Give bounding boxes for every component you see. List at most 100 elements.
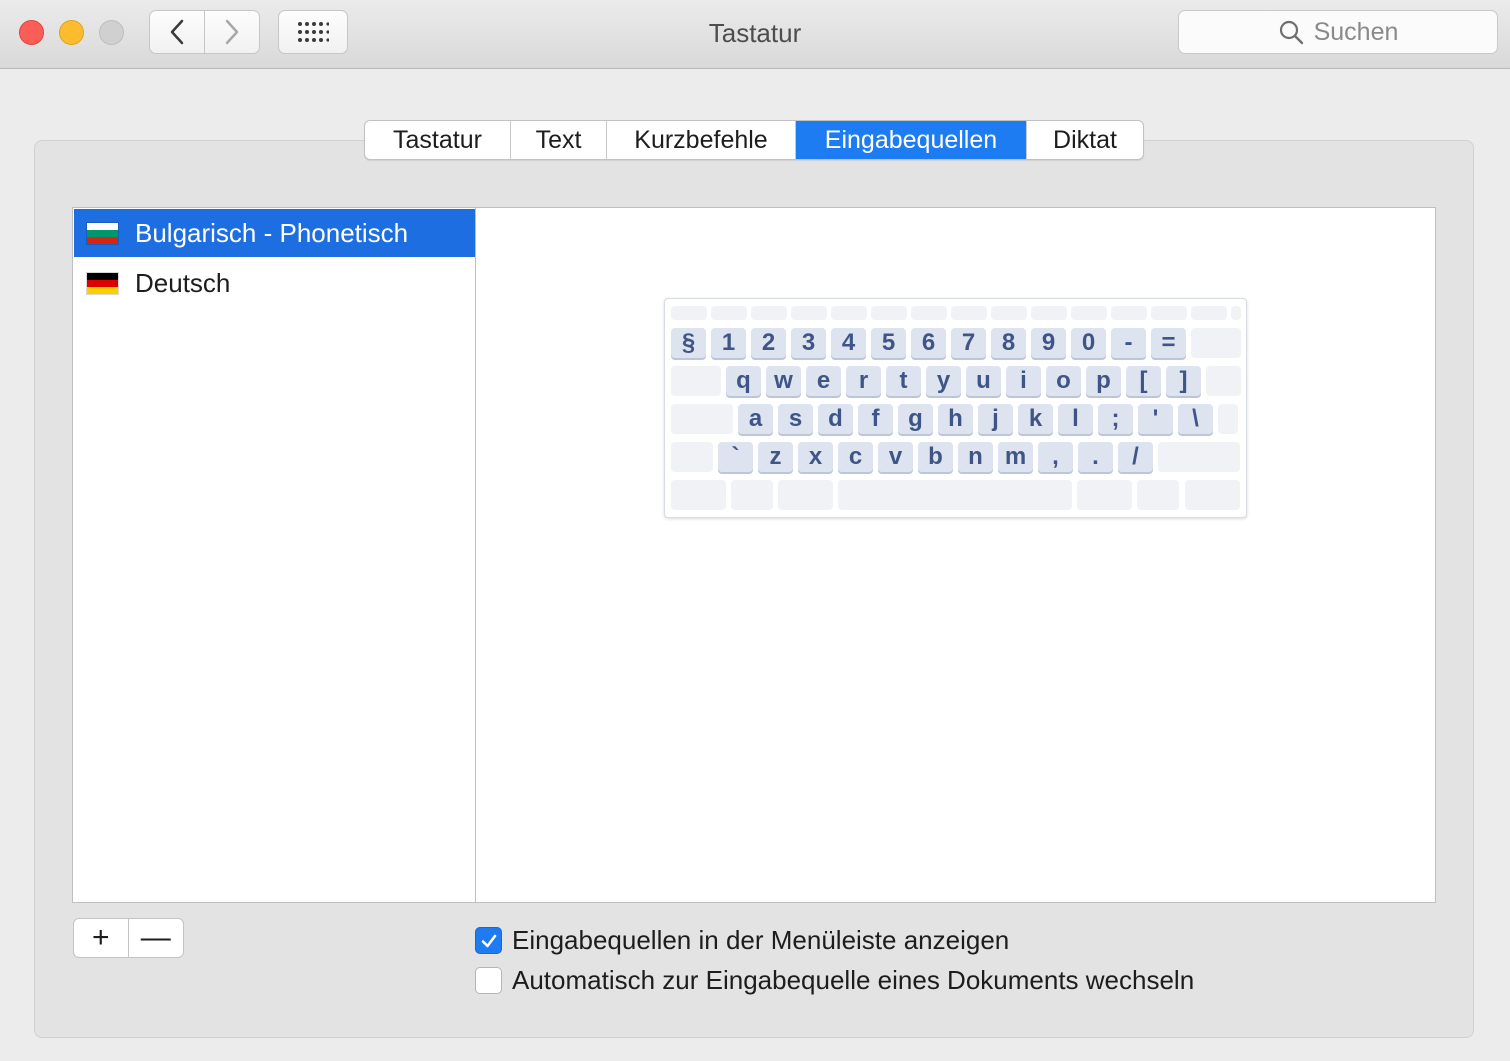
keyboard-key-blank xyxy=(1137,480,1179,510)
checkmark-icon xyxy=(481,934,496,947)
bulgaria-flag-icon xyxy=(86,221,119,245)
keyboard-key: s xyxy=(778,404,813,434)
keyboard-key: , xyxy=(1038,442,1073,472)
remove-input-source-button[interactable]: — xyxy=(129,919,184,957)
keyboard-key: n xyxy=(958,442,993,472)
keyboard-key-blank xyxy=(1151,306,1187,320)
keyboard-key: 2 xyxy=(751,328,786,358)
keyboard-key-blank xyxy=(671,480,726,510)
keyboard-key: a xyxy=(738,404,773,434)
keyboard-key: 8 xyxy=(991,328,1026,358)
keyboard-key: b xyxy=(918,442,953,472)
keyboard-key: i xyxy=(1006,366,1041,396)
show-in-menubar-checkbox[interactable] xyxy=(475,927,502,954)
keyboard-key-blank xyxy=(991,306,1027,320)
tab-text[interactable]: Text xyxy=(511,121,607,159)
add-input-source-button[interactable]: + xyxy=(74,919,129,957)
keyboard-key-blank xyxy=(1031,306,1067,320)
tab-kurzbefehle[interactable]: Kurzbefehle xyxy=(607,121,796,159)
keyboard-key: - xyxy=(1111,328,1146,358)
keyboard-key: 7 xyxy=(951,328,986,358)
keyboard-key: [ xyxy=(1126,366,1161,396)
keyboard-key: § xyxy=(671,328,706,358)
auto-switch-checkbox[interactable] xyxy=(475,967,502,994)
keyboard-key: ' xyxy=(1138,404,1173,434)
show-in-menubar-label: Eingabequellen in der Menüleiste anzeige… xyxy=(512,925,1010,955)
list-item-label: Bulgarisch - Phonetisch xyxy=(135,217,409,248)
keyboard-key: \ xyxy=(1178,404,1213,434)
auto-switch-label: Automatisch zur Eingabequelle eines Doku… xyxy=(512,965,1195,995)
keyboard-key: d xyxy=(818,404,853,434)
keyboard-layout-preview: § 1 2 3 4 5 6 7 8 9 0- = q w e r t y u i o p[] a s d f g h j k l; ' \ ` z x… xyxy=(664,298,1247,518)
keyboard-key: j xyxy=(978,404,1013,434)
keyboard-key: h xyxy=(938,404,973,434)
keyboard-key-blank xyxy=(1158,442,1240,472)
option-auto-switch[interactable]: Automatisch zur Eingabequelle eines Doku… xyxy=(475,965,1194,996)
add-remove-control: + — xyxy=(73,918,184,958)
keyboard-key: r xyxy=(846,366,881,396)
keyboard-key: ; xyxy=(1098,404,1133,434)
keyboard-key: m xyxy=(998,442,1033,472)
germany-flag-icon xyxy=(86,271,119,295)
keyboard-key: = xyxy=(1151,328,1186,358)
keyboard-key: 4 xyxy=(831,328,866,358)
keyboard-key: u xyxy=(966,366,1001,396)
keyboard-key: ] xyxy=(1166,366,1201,396)
keyboard-key: t xyxy=(886,366,921,396)
tab-tastatur[interactable]: Tastatur xyxy=(365,121,511,159)
keyboard-key: l xyxy=(1058,404,1093,434)
keyboard-key: 3 xyxy=(791,328,826,358)
tab-eingabequellen[interactable]: Eingabequellen xyxy=(796,121,1027,159)
keyboard-key: 0 xyxy=(1071,328,1106,358)
list-item-label: Deutsch xyxy=(135,267,231,298)
keyboard-key-blank xyxy=(778,480,833,510)
keyboard-key-blank xyxy=(951,306,987,320)
keyboard-key-blank xyxy=(1191,328,1241,358)
keyboard-key-blank xyxy=(711,306,747,320)
keyboard-key-blank xyxy=(1071,306,1107,320)
keyboard-key: y xyxy=(926,366,961,396)
keyboard-key-blank xyxy=(671,404,733,434)
keyboard-key-blank xyxy=(731,480,773,510)
keyboard-key: 5 xyxy=(871,328,906,358)
keyboard-key: x xyxy=(798,442,833,472)
keyboard-key: q xyxy=(726,366,761,396)
keyboard-key-blank xyxy=(911,306,947,320)
keyboard-key-blank xyxy=(831,306,867,320)
list-item-deutsch[interactable]: Deutsch xyxy=(74,259,475,307)
keyboard-key: p xyxy=(1086,366,1121,396)
keyboard-key: c xyxy=(838,442,873,472)
option-show-in-menubar[interactable]: Eingabequellen in der Menüleiste anzeige… xyxy=(475,925,1009,956)
search-placeholder: Suchen xyxy=(1313,17,1399,46)
input-source-list[interactable]: Bulgarisch - Phonetisch Deutsch xyxy=(72,207,476,903)
keyboard-key-blank xyxy=(791,306,827,320)
keyboard-key-blank xyxy=(1191,306,1227,320)
keyboard-key-blank xyxy=(871,306,907,320)
keyboard-key-blank xyxy=(838,480,1072,510)
keyboard-key-blank xyxy=(1206,366,1241,396)
keyboard-key-blank xyxy=(1218,404,1238,434)
keyboard-key-blank xyxy=(751,306,787,320)
search-field[interactable]: Suchen xyxy=(1178,10,1498,54)
tab-bar: Tastatur Text Kurzbefehle Eingabequellen… xyxy=(364,120,1144,160)
keyboard-key-blank xyxy=(1185,480,1240,510)
list-item-bulgarian-phonetic[interactable]: Bulgarisch - Phonetisch xyxy=(74,209,475,257)
keyboard-key: 6 xyxy=(911,328,946,358)
keyboard-key: z xyxy=(758,442,793,472)
keyboard-key-blank xyxy=(1231,306,1241,320)
keyboard-key: 9 xyxy=(1031,328,1066,358)
keyboard-key: f xyxy=(858,404,893,434)
keyboard-key: . xyxy=(1078,442,1113,472)
keyboard-key: v xyxy=(878,442,913,472)
keyboard-key: ` xyxy=(718,442,753,472)
keyboard-key: w xyxy=(766,366,801,396)
keyboard-key-blank xyxy=(1111,306,1147,320)
keyboard-key: k xyxy=(1018,404,1053,434)
keyboard-key: 1 xyxy=(711,328,746,358)
keyboard-key: g xyxy=(898,404,933,434)
keyboard-key-blank xyxy=(1077,480,1132,510)
keyboard-key-blank xyxy=(671,366,721,396)
search-icon xyxy=(1279,20,1303,45)
tab-diktat[interactable]: Diktat xyxy=(1027,121,1143,159)
keyboard-key-blank xyxy=(671,442,713,472)
